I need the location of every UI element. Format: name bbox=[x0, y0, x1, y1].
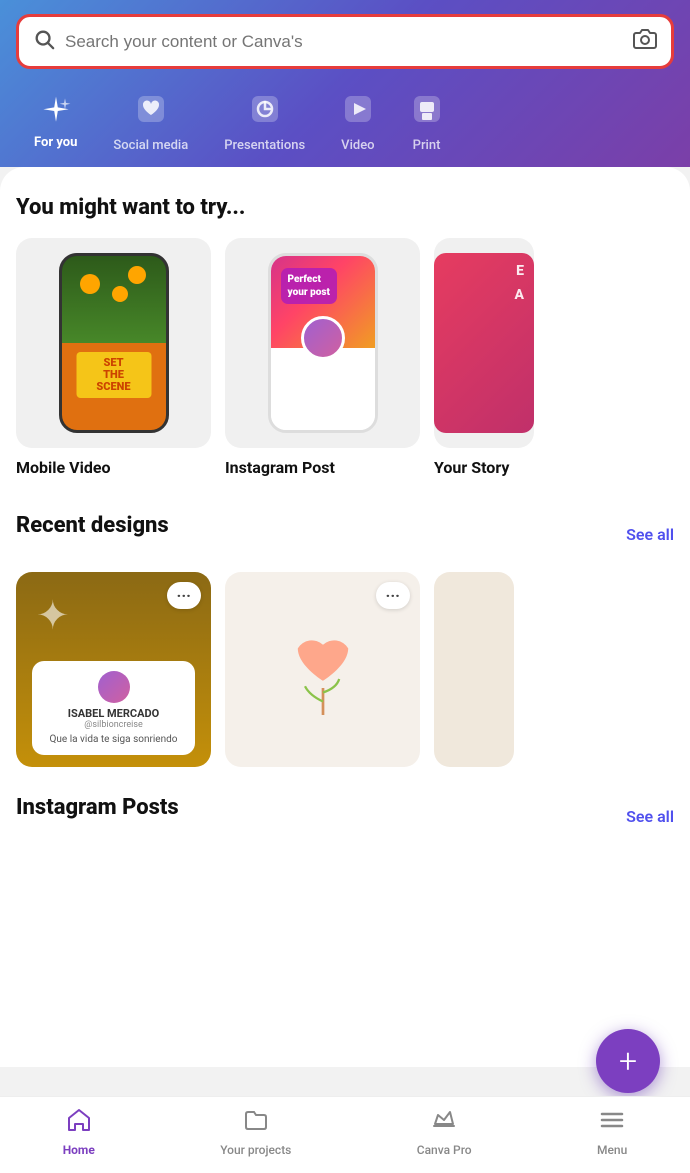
search-icon bbox=[33, 28, 55, 55]
instagram-posts-title: Instagram Posts bbox=[16, 795, 179, 820]
recent-card-isabel[interactable]: ✦ ISABEL MERCADO @silbioncreise Que la v… bbox=[16, 572, 211, 767]
category-label-video: Video bbox=[341, 138, 374, 153]
nav-label-projects: Your projects bbox=[220, 1143, 291, 1157]
category-label-print: Print bbox=[413, 138, 441, 153]
category-tabs: For you Social media Presentations bbox=[16, 87, 674, 167]
search-bar[interactable] bbox=[16, 14, 674, 69]
isabel-handle: @silbioncreise bbox=[44, 720, 183, 730]
print-icon bbox=[411, 93, 443, 132]
heart-card-more-button[interactable]: ··· bbox=[376, 582, 410, 609]
search-input[interactable] bbox=[65, 32, 625, 52]
category-label-for-you: For you bbox=[34, 135, 77, 150]
recent-designs-header: Recent designs See all bbox=[16, 513, 674, 556]
recent-designs-see-all[interactable]: See all bbox=[626, 525, 674, 544]
try-card-your-story-image: E A bbox=[434, 238, 534, 448]
category-label-presentations: Presentations bbox=[224, 138, 305, 153]
header: For you Social media Presentations bbox=[0, 0, 690, 167]
create-fab-button[interactable]: + bbox=[596, 1029, 660, 1093]
try-card-instagram-post[interactable]: Perfectyour post Instagram Post bbox=[225, 238, 420, 477]
chart-icon bbox=[249, 93, 281, 132]
category-tab-presentations[interactable]: Presentations bbox=[206, 87, 323, 167]
isabel-avatar bbox=[98, 671, 130, 703]
nav-label-canva-pro: Canva Pro bbox=[417, 1143, 472, 1157]
heart-icon bbox=[135, 93, 167, 132]
try-card-your-story[interactable]: E A Your Story bbox=[434, 238, 534, 477]
nav-item-home[interactable]: Home bbox=[43, 1107, 115, 1157]
instagram-posts-header: Instagram Posts See all bbox=[16, 795, 674, 838]
try-card-instagram-post-image: Perfectyour post bbox=[225, 238, 420, 448]
nav-label-home: Home bbox=[63, 1143, 95, 1157]
isabel-name: ISABEL MERCADO bbox=[44, 707, 183, 720]
category-tab-video[interactable]: Video bbox=[323, 87, 392, 167]
category-tab-social-media[interactable]: Social media bbox=[95, 87, 206, 167]
recent-designs-title: Recent designs bbox=[16, 513, 169, 538]
folder-icon bbox=[243, 1107, 269, 1139]
try-card-your-story-label: Your Story bbox=[434, 458, 509, 477]
nav-item-projects[interactable]: Your projects bbox=[200, 1107, 311, 1157]
nav-item-canva-pro[interactable]: Canva Pro bbox=[397, 1107, 492, 1157]
try-card-mobile-video-label: Mobile Video bbox=[16, 458, 111, 477]
camera-icon[interactable] bbox=[633, 27, 657, 56]
isabel-card-content: ISABEL MERCADO @silbioncreise Que la vid… bbox=[32, 661, 195, 755]
recent-card-partial bbox=[434, 572, 514, 767]
nav-label-menu: Menu bbox=[597, 1143, 627, 1157]
try-card-instagram-post-label: Instagram Post bbox=[225, 458, 335, 477]
crown-icon bbox=[431, 1107, 457, 1139]
try-section-title: You might want to try... bbox=[16, 195, 674, 220]
isabel-card-more-button[interactable]: ··· bbox=[167, 582, 201, 609]
recent-cards-list: ✦ ISABEL MERCADO @silbioncreise Que la v… bbox=[16, 572, 674, 767]
plus-icon: + bbox=[619, 1045, 637, 1077]
try-card-mobile-video-image: SETTHESCENE bbox=[16, 238, 211, 448]
nav-item-menu[interactable]: Menu bbox=[577, 1107, 647, 1157]
recent-card-heart[interactable]: ··· bbox=[225, 572, 420, 767]
bottom-navigation: Home Your projects Canva Pro Menu bbox=[0, 1096, 690, 1173]
menu-icon bbox=[599, 1107, 625, 1139]
heart-svg bbox=[278, 615, 368, 725]
try-card-mobile-video[interactable]: SETTHESCENE Mobile Video bbox=[16, 238, 211, 477]
try-cards-list: SETTHESCENE Mobile Video bbox=[16, 238, 674, 477]
home-icon bbox=[66, 1107, 92, 1139]
category-tab-print[interactable]: Print bbox=[393, 87, 461, 167]
instagram-posts-section: Instagram Posts See all bbox=[16, 795, 674, 838]
isabel-quote: Que la vida te siga sonriendo bbox=[44, 734, 183, 745]
category-label-social-media: Social media bbox=[113, 138, 188, 153]
category-tab-for-you[interactable]: For you bbox=[16, 87, 95, 167]
star-decoration: ✦ bbox=[36, 592, 70, 639]
video-icon bbox=[342, 93, 374, 132]
main-content: You might want to try... bbox=[0, 167, 690, 1067]
instagram-posts-see-all[interactable]: See all bbox=[626, 807, 674, 826]
